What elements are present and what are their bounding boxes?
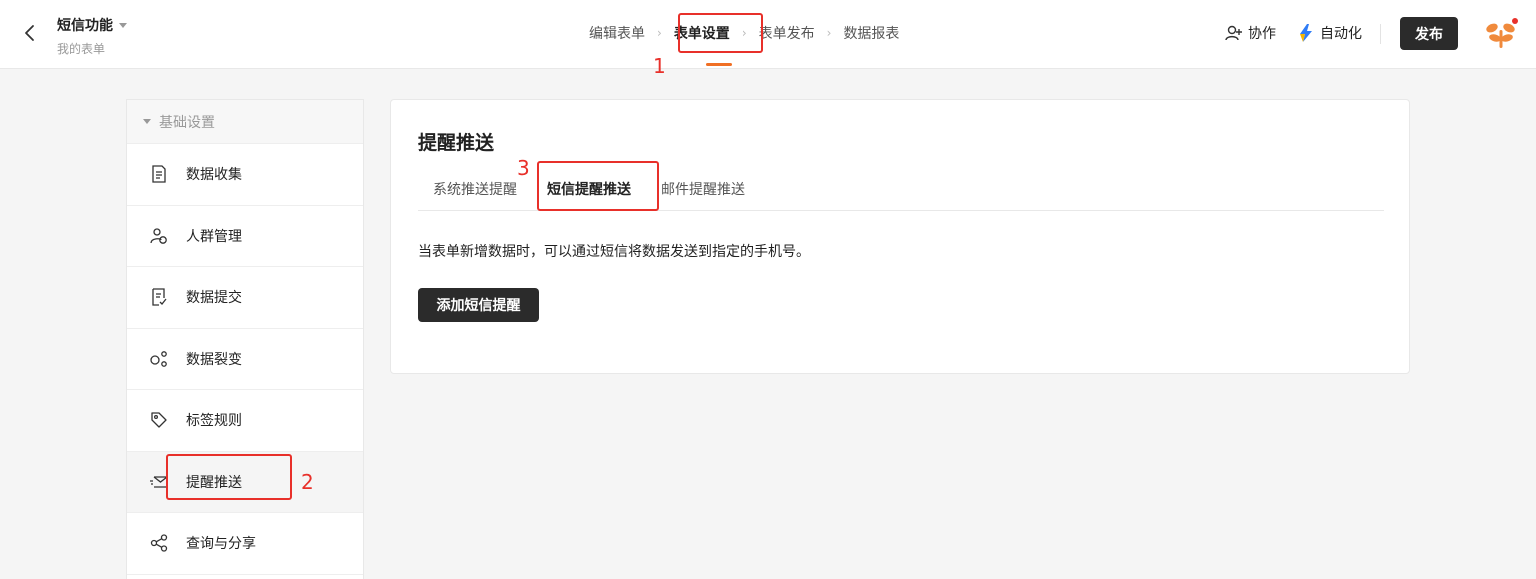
submit-doc-icon (149, 287, 169, 307)
page-title: 提醒推送 (418, 132, 495, 154)
tag-icon (149, 410, 169, 430)
sidebar-item-label: 数据提交 (186, 290, 242, 307)
lightning-icon (1300, 24, 1312, 42)
form-subtitle: 我的表单 (57, 42, 106, 56)
step-data-report[interactable]: 数据报表 (843, 23, 899, 43)
sidebar-item-data-fission[interactable]: 数据裂变 (127, 329, 363, 390)
sidebar-group-label: 基础设置 (159, 114, 215, 131)
tab-email-push[interactable]: 邮件提醒推送 (646, 170, 760, 210)
sidebar-item-reminder-push[interactable]: 提醒推送 (127, 451, 363, 513)
sidebar-item-label: 提醒推送 (186, 474, 242, 491)
active-step-indicator (706, 63, 732, 66)
step-nav: 编辑表单 › 表单设置 › 表单发布 › 数据报表 (589, 23, 899, 43)
sidebar-item-crowd-management[interactable]: 人群管理 (127, 206, 363, 267)
step-edit-form[interactable]: 编辑表单 (589, 23, 645, 43)
users-icon (149, 226, 169, 246)
sms-description: 当表单新增数据时，可以通过短信将数据发送到指定的手机号。 (418, 244, 810, 260)
step-form-settings[interactable]: 表单设置 (674, 23, 730, 43)
chevron-right-icon: › (741, 26, 747, 40)
sidebar-item-label: 数据收集 (186, 167, 242, 184)
settings-sidebar: 基础设置 数据收集 人群管理 数据提交 数据裂变 标签规则 提醒推送 查询与分享 (126, 99, 364, 579)
divider (1380, 24, 1381, 44)
form-title-dropdown[interactable]: 短信功能 (57, 15, 127, 35)
reminder-push-card: 提醒推送 系统推送提醒 短信提醒推送 邮件提醒推送 当表单新增数据时，可以通过短… (390, 99, 1410, 374)
collaborate-label: 协作 (1248, 26, 1276, 42)
sidebar-item-label: 查询与分享 (186, 536, 256, 553)
publish-button[interactable]: 发布 (1400, 17, 1458, 50)
form-title-block: 短信功能 我的表单 (57, 15, 127, 57)
sidebar-item-tag-rules[interactable]: 标签规则 (127, 390, 363, 452)
step-form-publish[interactable]: 表单发布 (759, 23, 815, 43)
caret-down-icon (143, 119, 151, 124)
brand-logo-icon[interactable] (1483, 16, 1519, 52)
add-sms-reminder-button[interactable]: 添加短信提醒 (418, 288, 539, 322)
sidebar-group-basic-settings[interactable]: 基础设置 (127, 100, 363, 144)
fission-icon (149, 349, 169, 369)
collaborate-button[interactable]: 协作 (1224, 23, 1276, 43)
chevron-right-icon: › (826, 26, 832, 40)
add-user-icon (1225, 25, 1242, 41)
sidebar-item-label: 人群管理 (186, 228, 242, 245)
top-header: 短信功能 我的表单 编辑表单 › 表单设置 › 表单发布 › 数据报表 协作 自… (0, 0, 1536, 69)
tab-sms-push[interactable]: 短信提醒推送 (532, 170, 646, 210)
chevron-right-icon: › (657, 26, 662, 40)
mail-push-icon (149, 472, 169, 492)
chevron-down-icon (119, 22, 127, 28)
sidebar-item-data-submit[interactable]: 数据提交 (127, 267, 363, 329)
sidebar-item-label: 数据裂变 (186, 351, 242, 368)
tab-system-push[interactable]: 系统推送提醒 (418, 170, 532, 210)
sidebar-item-query-share[interactable]: 查询与分享 (127, 513, 363, 575)
share-icon (149, 533, 169, 553)
sidebar-item-data-collection[interactable]: 数据收集 (127, 144, 363, 206)
automation-label: 自动化 (1320, 26, 1362, 42)
automation-button[interactable]: 自动化 (1297, 23, 1362, 43)
back-arrow-icon[interactable] (20, 22, 40, 44)
form-title: 短信功能 (57, 18, 113, 34)
reminder-tabs: 系统推送提醒 短信提醒推送 邮件提醒推送 (418, 170, 1384, 211)
sidebar-item-label: 标签规则 (186, 413, 242, 430)
document-icon (149, 164, 169, 184)
